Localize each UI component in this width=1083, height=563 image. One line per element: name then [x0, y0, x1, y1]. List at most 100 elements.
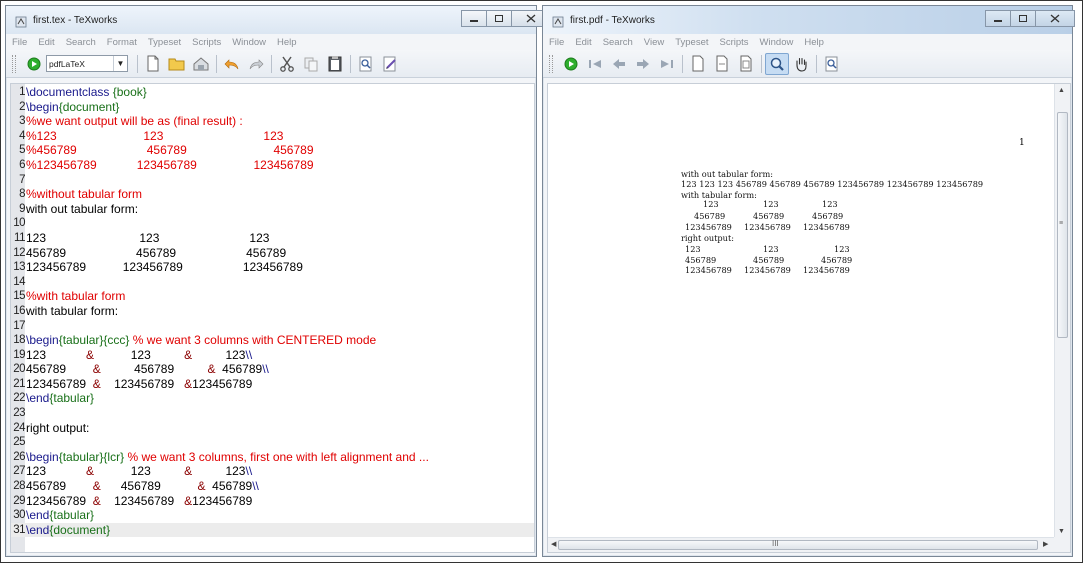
code-line[interactable]: 18 \begin{tabular}{ccc} % we want 3 colum… — [11, 333, 534, 348]
code-token: & — [92, 479, 101, 494]
toolbar-grip[interactable] — [12, 54, 16, 73]
hand-button[interactable] — [789, 53, 813, 75]
title-bar[interactable]: first.tex - TeXworks — [6, 6, 551, 34]
actual-size-icon — [692, 55, 704, 72]
toolbar-grip[interactable] — [549, 54, 553, 73]
code-line[interactable]: 12 456789 456789 456789 — [11, 246, 534, 261]
code-line[interactable]: 14 — [11, 275, 534, 290]
code-line[interactable]: 20 456789 & 456789 & 456789\\ — [11, 362, 534, 377]
menu-item-scripts[interactable]: Scripts — [720, 37, 749, 48]
next-page-button[interactable] — [631, 53, 655, 75]
code-line[interactable]: 13 123456789 123456789 123456789 — [11, 260, 534, 275]
minimize-button[interactable] — [985, 10, 1011, 27]
code-line[interactable]: 9 with out tabular form: — [11, 202, 534, 217]
line-number: 5 — [19, 144, 25, 157]
title-bar[interactable]: first.pdf - TeXworks — [543, 6, 1075, 34]
code-line[interactable]: 1 \documentclass {book} — [11, 85, 534, 100]
code-line[interactable]: 5 %456789 456789 456789 — [11, 143, 534, 158]
magnify-button[interactable] — [765, 52, 789, 75]
scroll-up-icon[interactable]: ▲ — [1058, 87, 1065, 94]
menu-item-edit[interactable]: Edit — [575, 37, 591, 48]
texworks-app-icon — [552, 16, 564, 28]
paste-icon — [328, 56, 342, 72]
menu-item-help[interactable]: Help — [277, 37, 297, 48]
actual-size-button[interactable] — [686, 53, 710, 75]
code-line[interactable]: 28 456789 & 456789 & 456789\\ — [11, 479, 534, 494]
cut-button[interactable] — [275, 53, 299, 75]
code-line[interactable]: 7 — [11, 173, 534, 188]
source-editor[interactable]: 1 \documentclass {book} 2 \begin{document} 3… — [10, 83, 535, 553]
code-line[interactable]: 4 %123 123 123 — [11, 129, 534, 144]
code-line[interactable]: 25 — [11, 435, 534, 450]
menu-item-window[interactable]: Window — [232, 37, 266, 48]
menu-item-search[interactable]: Search — [66, 37, 96, 48]
last-page-button[interactable] — [655, 53, 679, 75]
menu-item-format[interactable]: Format — [107, 37, 137, 48]
typeset-button[interactable] — [559, 53, 583, 75]
scroll-left-icon[interactable]: ◀ — [551, 540, 556, 548]
code-line[interactable]: 22 \end{tabular} — [11, 391, 534, 406]
fit-window-button[interactable] — [734, 53, 758, 75]
pdf-preview-window: first.pdf - TeXworks File Edit Search View T… — [542, 5, 1075, 557]
redo-button[interactable] — [244, 53, 268, 75]
menu-item-file[interactable]: File — [12, 37, 27, 48]
prev-page-button[interactable] — [607, 53, 631, 75]
menu-item-file[interactable]: File — [549, 37, 564, 48]
menu-item-help[interactable]: Help — [804, 37, 824, 48]
menu-item-typeset[interactable]: Typeset — [148, 37, 181, 48]
code-line[interactable]: 3 %we want output will be as (final resul… — [11, 114, 534, 129]
code-line[interactable]: 21 123456789 & 123456789 &123456789 — [11, 377, 534, 392]
fit-width-button[interactable] — [710, 53, 734, 75]
code-line[interactable]: 27 123 & 123 & 123\\ — [11, 464, 534, 479]
code-line[interactable]: 11 123 123 123 — [11, 231, 534, 246]
line-number: 22 — [13, 392, 25, 405]
copy-button[interactable] — [299, 53, 323, 75]
find-button[interactable] — [354, 53, 378, 75]
current-code-line[interactable]: 31 \end{document} — [11, 522, 534, 538]
code-line[interactable]: 19 123 & 123 & 123\\ — [11, 348, 534, 363]
last-page-icon — [661, 59, 673, 68]
menu-item-scripts[interactable]: Scripts — [192, 37, 221, 48]
paste-button[interactable] — [323, 53, 347, 75]
menu-item-edit[interactable]: Edit — [38, 37, 54, 48]
vertical-scrollbar[interactable]: ▲ ≡ ▼ — [1054, 84, 1070, 539]
engine-select[interactable]: pdfLaTeX ▼ — [46, 55, 128, 72]
first-page-button[interactable] — [583, 53, 607, 75]
scroll-right-icon[interactable]: ▶ — [1043, 540, 1048, 548]
open-button[interactable] — [165, 53, 189, 75]
minimize-button[interactable] — [461, 10, 487, 27]
code-line[interactable]: 16 with tabular form: — [11, 304, 534, 319]
code-line[interactable]: 10 — [11, 216, 534, 231]
code-line[interactable]: 30 \end{tabular} — [11, 508, 534, 523]
pdf-text-line: with tabular form: — [681, 190, 757, 200]
code-token: 123 — [192, 464, 246, 479]
maximize-button[interactable] — [486, 10, 512, 27]
code-line[interactable]: 8 %without tabular form — [11, 187, 534, 202]
save-button[interactable] — [189, 53, 213, 75]
scroll-down-icon[interactable]: ▼ — [1058, 528, 1065, 535]
close-button[interactable] — [1035, 10, 1075, 27]
typeset-button[interactable] — [22, 53, 46, 75]
menu-item-view[interactable]: View — [644, 37, 664, 48]
code-line[interactable]: 2 \begin{document} — [11, 100, 534, 115]
line-number: 3 — [19, 115, 25, 128]
code-line[interactable]: 6 %123456789 123456789 123456789 — [11, 158, 534, 173]
menu-item-search[interactable]: Search — [603, 37, 633, 48]
code-line[interactable]: 26 \begin{tabular}{lcr} % we want 3 colum… — [11, 450, 534, 465]
scroll-thumb[interactable] — [558, 540, 1038, 550]
code-line[interactable]: 24 right output: — [11, 421, 534, 436]
find-button[interactable] — [820, 53, 844, 75]
maximize-button[interactable] — [1010, 10, 1036, 27]
menu-item-typeset[interactable]: Typeset — [675, 37, 708, 48]
pdf-viewer[interactable]: 1 with out tabular form: 123 123 123 456… — [547, 83, 1071, 553]
code-line[interactable]: 17 — [11, 319, 534, 334]
new-button[interactable] — [141, 53, 165, 75]
code-line[interactable]: 23 — [11, 406, 534, 421]
code-line[interactable]: 29 123456789 & 123456789 &123456789 — [11, 494, 534, 509]
undo-button[interactable] — [220, 53, 244, 75]
replace-button[interactable] — [378, 53, 402, 75]
code-line[interactable]: 15 %with tabular form — [11, 289, 534, 304]
line-number: 18 — [13, 334, 25, 347]
menu-item-window[interactable]: Window — [760, 37, 794, 48]
horizontal-scrollbar[interactable]: ◀ III ▶ — [548, 537, 1055, 552]
